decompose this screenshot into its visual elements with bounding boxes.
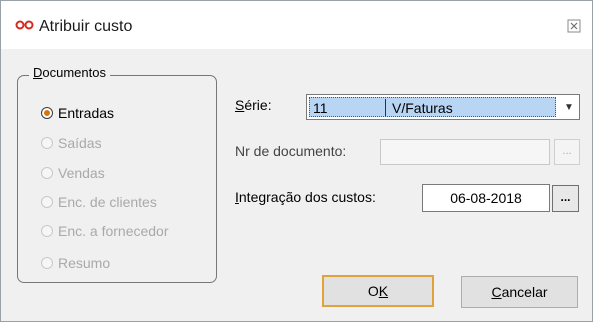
nr-documento-browse-button[interactable]: ...: [554, 139, 580, 165]
integracao-browse-button[interactable]: ...: [552, 185, 579, 212]
radio-indicator: [41, 225, 53, 237]
radio-label: Resumo: [58, 255, 111, 271]
serie-label: Série:: [235, 97, 272, 113]
title-bar: Atribuir custo: [1, 1, 592, 49]
nr-documento-label: Nr de documento:: [235, 143, 347, 159]
ok-button[interactable]: OK: [322, 275, 434, 307]
atribuir-custo-dialog: Atribuir custo Documentos Entradas Saída…: [0, 0, 593, 322]
radio-label: Vendas: [58, 165, 105, 181]
radio-indicator: [41, 196, 53, 208]
radio-resumo[interactable]: Resumo: [41, 255, 110, 271]
serie-code: 11: [313, 100, 328, 116]
radio-enc-fornecedor[interactable]: Enc. a fornecedor: [41, 223, 169, 239]
radio-indicator: [41, 257, 53, 269]
chevron-down-icon[interactable]: ▼: [559, 95, 579, 119]
radio-label: Saídas: [58, 135, 102, 151]
cancel-button[interactable]: Cancelar: [461, 276, 578, 308]
radio-label: Enc. a fornecedor: [58, 223, 169, 239]
radio-saidas[interactable]: Saídas: [41, 135, 102, 151]
integracao-label: Integração dos custos:: [235, 189, 376, 205]
radio-indicator: [41, 107, 53, 119]
serie-column-divider: [385, 99, 386, 116]
radio-label: Enc. de clientes: [58, 194, 157, 210]
integracao-date-input[interactable]: 06-08-2018: [422, 184, 550, 212]
close-icon[interactable]: [567, 19, 581, 33]
documentos-legend: Documentos: [29, 65, 110, 80]
nr-documento-input[interactable]: [380, 139, 550, 165]
serie-combobox[interactable]: 11 V/Faturas ▼: [306, 94, 580, 120]
serie-selection: 11 V/Faturas: [309, 97, 556, 117]
radio-indicator: [41, 167, 53, 179]
window-title: Atribuir custo: [39, 18, 133, 35]
radio-label: Entradas: [58, 105, 115, 121]
radio-indicator: [41, 137, 53, 149]
radio-entradas[interactable]: Entradas: [41, 105, 114, 121]
serie-description: V/Faturas: [392, 100, 453, 116]
app-icon: [15, 20, 34, 30]
radio-vendas[interactable]: Vendas: [41, 165, 105, 181]
radio-enc-clientes[interactable]: Enc. de clientes: [41, 194, 157, 210]
